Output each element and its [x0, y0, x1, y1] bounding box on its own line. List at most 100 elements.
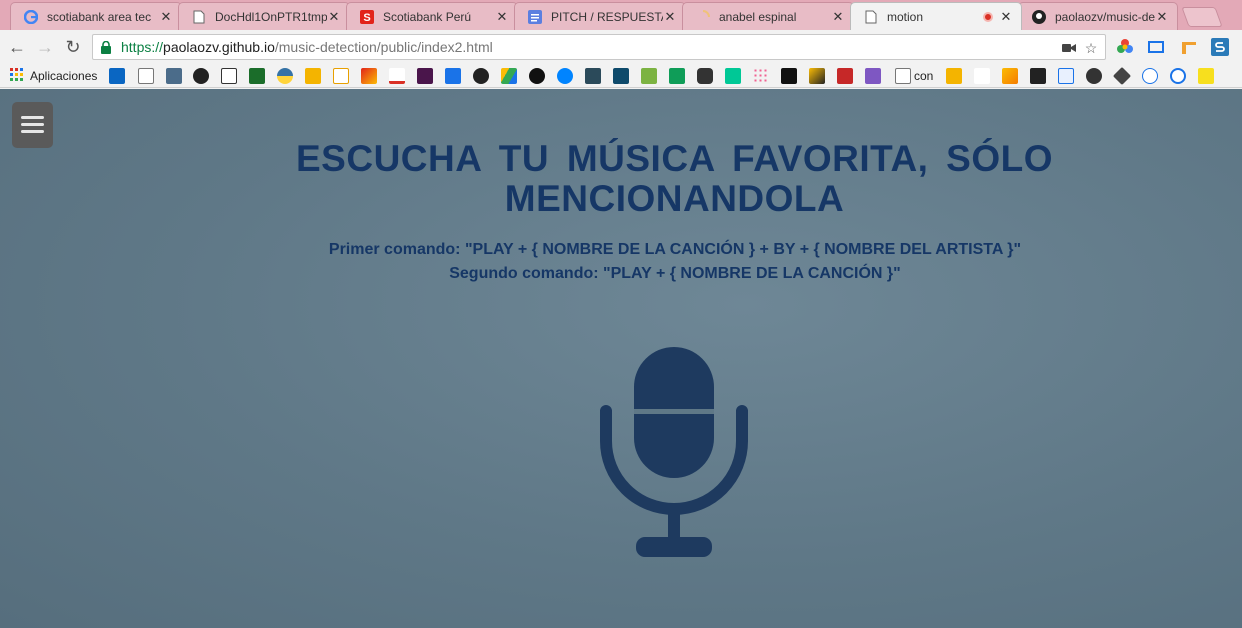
github-icon[interactable]	[473, 68, 489, 84]
gmail-icon[interactable]	[389, 68, 405, 84]
tab-github[interactable]: paolaozv/music-det ✕	[1018, 2, 1178, 30]
bookmark-bird-icon[interactable]	[193, 68, 209, 84]
tab-strip: scotiabank area tec ✕ DocHdl1OnPTR1tmp ✕…	[0, 0, 1242, 30]
color-picker-icon[interactable]	[1116, 38, 1134, 56]
bookmark-fm-icon[interactable]	[781, 68, 797, 84]
bookmark-layers-icon[interactable]	[361, 68, 377, 84]
browser-toolbar: ← → ↻ https://paolaozv.github.io/music-d…	[0, 30, 1242, 64]
bookmark-m-pink-icon[interactable]	[974, 68, 990, 84]
forward-icon[interactable]: →	[34, 36, 56, 58]
url-path: /music-detection/public/index2.html	[274, 39, 493, 55]
apps-grid-icon[interactable]	[10, 68, 26, 84]
tab-pitch[interactable]: PITCH / RESPUESTA ✕	[514, 2, 686, 30]
menu-line	[21, 116, 44, 119]
bookmark-circle-icon[interactable]	[1086, 68, 1102, 84]
bookmark-dots-icon[interactable]	[753, 68, 769, 84]
tab-title: PITCH / RESPUESTA	[551, 9, 663, 24]
microphone-icon[interactable]	[600, 345, 748, 559]
tab-title: anabel espinal	[719, 9, 797, 24]
trello-icon[interactable]	[445, 68, 461, 84]
bookmarks-bar: Aplicaciones con	[0, 64, 1242, 88]
bookmark-dark-icon[interactable]	[529, 68, 545, 84]
slack-icon[interactable]	[417, 68, 433, 84]
python-icon[interactable]	[277, 68, 293, 84]
document-icon[interactable]	[895, 68, 911, 84]
sheets-icon[interactable]	[669, 68, 685, 84]
close-icon[interactable]: ✕	[831, 9, 845, 24]
scotiabank-icon: S	[359, 9, 375, 25]
bookmark-blue-icon[interactable]	[1058, 68, 1074, 84]
tab-title: DocHdl1OnPTR1tmp	[215, 9, 327, 24]
bookmark-c-yellow-icon[interactable]	[305, 68, 321, 84]
close-icon[interactable]: ✕	[495, 9, 509, 24]
bookmark-book-icon[interactable]	[837, 68, 853, 84]
url-protocol: https://	[121, 39, 164, 55]
drive-icon[interactable]	[501, 68, 517, 84]
star-icon[interactable]: ☆	[1083, 40, 1099, 56]
close-icon[interactable]: ✕	[663, 9, 677, 24]
address-bar[interactable]: https://paolaozv.github.io/music-detecti…	[92, 34, 1106, 60]
close-icon[interactable]: ✕	[999, 9, 1013, 24]
first-command-text: Primer comando: "PLAY + { NOMBRE DE LA C…	[328, 241, 1022, 258]
url-text: https://paolaozv.github.io/music-detecti…	[121, 39, 493, 55]
url-host: paolaozv.github.io	[163, 39, 275, 55]
bookmark-terminal-icon[interactable]	[249, 68, 265, 84]
bookmark-play-icon[interactable]	[697, 68, 713, 84]
bookmark-cp-icon[interactable]	[613, 68, 629, 84]
lock-icon	[101, 41, 111, 54]
javascript-icon[interactable]	[1198, 68, 1214, 84]
svg-text:S: S	[363, 12, 370, 24]
tab-scotiabank-peru[interactable]: S Scotiabank Perú ✕	[346, 2, 518, 30]
linkedin-icon[interactable]	[109, 68, 125, 84]
bookmark-yellow-icon[interactable]	[946, 68, 962, 84]
menu-line	[21, 123, 44, 126]
page-headline: ESCUCHA TU MÚSICA FAVORITA, SÓLO MENCION…	[296, 138, 1053, 219]
tab-motion[interactable]: motion ✕	[850, 2, 1022, 30]
ruler-icon[interactable]	[1180, 38, 1198, 56]
document-icon[interactable]	[138, 68, 154, 84]
bookmark-tool-icon[interactable]	[166, 68, 182, 84]
docs-icon	[527, 9, 543, 25]
codepen-icon[interactable]	[1112, 66, 1132, 86]
github-icon	[1031, 9, 1047, 25]
bookmark-m-icon[interactable]	[725, 68, 741, 84]
tab-title: paolaozv/music-det	[1055, 9, 1155, 24]
code-icon[interactable]	[333, 68, 349, 84]
bookmark-ring-icon[interactable]	[1170, 68, 1186, 84]
google-icon	[23, 9, 39, 25]
back-icon[interactable]: ←	[6, 36, 28, 58]
second-command-text: Segundo comando: "PLAY + { NOMBRE DE LA …	[449, 265, 901, 282]
page-content: ESCUCHA TU MÚSICA FAVORITA, SÓLO MENCION…	[0, 89, 1242, 628]
document-icon	[863, 9, 879, 25]
tab-scotiabank-area[interactable]: scotiabank area tec ✕	[10, 2, 182, 30]
tab-anabel[interactable]: anabel espinal ✕	[682, 2, 854, 30]
screenshot-icon[interactable]	[1147, 38, 1165, 56]
recording-icon	[983, 11, 993, 22]
bookmark-cloud-icon[interactable]	[1142, 68, 1158, 84]
close-icon[interactable]: ✕	[159, 9, 173, 24]
camera-icon[interactable]	[1061, 40, 1077, 56]
close-icon[interactable]: ✕	[1155, 9, 1169, 24]
menu-line	[21, 130, 44, 133]
bookmark-c-icon[interactable]	[221, 68, 237, 84]
bookmark-js-icon[interactable]	[585, 68, 601, 84]
bookmark-con-label[interactable]: con	[914, 68, 933, 84]
bookmark-apps-label[interactable]: Aplicaciones	[30, 68, 97, 84]
tab-title: Scotiabank Perú	[383, 9, 472, 24]
tab-title: motion	[887, 9, 924, 24]
loading-icon	[695, 9, 711, 25]
extension-s-icon[interactable]	[1211, 38, 1229, 56]
bookmark-cube-icon[interactable]	[865, 68, 881, 84]
tab-dochdl[interactable]: DocHdl1OnPTR1tmp ✕	[178, 2, 350, 30]
reload-icon[interactable]: ↻	[62, 36, 84, 58]
hamburger-menu-button[interactable]	[12, 102, 53, 148]
messenger-icon[interactable]	[557, 68, 573, 84]
new-tab-button[interactable]	[1181, 7, 1223, 27]
bookmark-key-icon[interactable]	[1002, 68, 1018, 84]
document-icon	[191, 9, 207, 25]
bookmark-pen-icon[interactable]	[809, 68, 825, 84]
android-icon[interactable]	[641, 68, 657, 84]
close-icon[interactable]: ✕	[327, 9, 341, 24]
tab-title: scotiabank area tec	[47, 9, 152, 24]
bookmark-calc-icon[interactable]	[1030, 68, 1046, 84]
